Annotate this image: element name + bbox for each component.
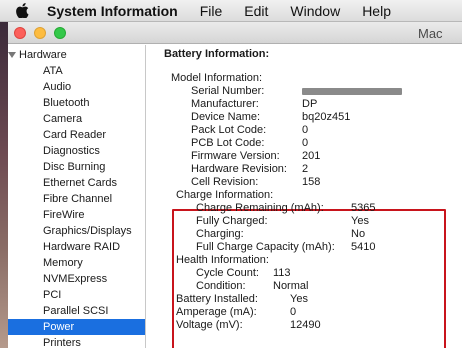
cycle-count-label: Cycle Count: [196,267,259,279]
charging-value: No [351,228,366,240]
sidebar-item-power[interactable]: Power [8,319,145,335]
model-info-heading: Model Information: [171,72,263,84]
sidebar-item-pci[interactable]: PCI [8,287,145,303]
condition-label: Condition: [196,280,246,292]
disclosure-triangle-icon[interactable] [8,51,16,59]
menu-help[interactable]: Help [362,3,391,19]
menu-bar: System Information File Edit Window Help [0,0,462,22]
menu-edit[interactable]: Edit [244,3,268,19]
full-charge-capacity-value: 5410 [351,241,376,253]
apple-menu-icon[interactable] [16,3,29,18]
condition-value: Normal [273,280,309,292]
fully-charged-value: Yes [351,215,369,227]
charge-info-heading: Charge Information: [176,189,274,201]
close-button[interactable] [14,27,26,39]
sidebar-item-ethernet-cards[interactable]: Ethernet Cards [8,175,145,191]
sidebar-item-card-reader[interactable]: Card Reader [8,127,145,143]
device-name-value: bq20z451 [302,111,351,123]
title-bar[interactable]: Mac [8,22,462,44]
sidebar-item-nvmexpress[interactable]: NVMExpress [8,271,145,287]
serial-number-label: Serial Number: [191,85,265,97]
desktop-background [0,22,8,348]
sidebar-item-parallel-scsi[interactable]: Parallel SCSI [8,303,145,319]
hardware-revision-value: 2 [302,163,309,175]
health-info-heading: Health Information: [176,254,269,266]
sidebar-item-audio[interactable]: Audio [8,79,145,95]
sidebar-item-firewire[interactable]: FireWire [8,207,145,223]
sidebar-item-disc-burning[interactable]: Disc Burning [8,159,145,175]
menu-file[interactable]: File [200,3,223,19]
cell-revision-label: Cell Revision: [191,176,259,188]
serial-number-redacted [302,88,402,95]
sidebar-item-hardware-raid[interactable]: Hardware RAID [8,239,145,255]
firmware-version-label: Firmware Version: [191,150,280,162]
cycle-count-value: 113 [273,267,291,279]
charge-remaining-label: Charge Remaining (mAh): [196,202,324,214]
sidebar-item-memory[interactable]: Memory [8,255,145,271]
pane-title: Battery Information: [164,48,270,60]
battery-installed-label: Battery Installed: [176,293,258,305]
window-title: Mac [418,26,443,41]
system-information-window: Mac Hardware ATA Audio Bluetooth Camera … [8,22,462,348]
pcb-lot-code-label: PCB Lot Code: [191,137,265,149]
charge-remaining-value: 5365 [351,202,376,214]
sidebar-item-camera[interactable]: Camera [8,111,145,127]
sidebar-section-label: Hardware [19,49,67,61]
voltage-value: 12490 [290,319,321,331]
detail-pane: Battery Information: Model Information: … [147,45,462,348]
battery-installed-value: Yes [290,293,308,305]
sidebar-item-ata[interactable]: ATA [8,63,145,79]
hardware-revision-label: Hardware Revision: [191,163,287,175]
amperage-label: Amperage (mA): [176,306,257,318]
sidebar-section-hardware[interactable]: Hardware [8,47,145,63]
sidebar-item-graphics-displays[interactable]: Graphics/Displays [8,223,145,239]
minimize-button[interactable] [34,27,46,39]
sidebar-item-printers[interactable]: Printers [8,335,145,348]
pack-lot-code-value: 0 [302,124,309,136]
sidebar-item-fibre-channel[interactable]: Fibre Channel [8,191,145,207]
pcb-lot-code-value: 0 [302,137,309,149]
sidebar: Hardware ATA Audio Bluetooth Camera Card… [8,45,146,348]
firmware-version-value: 201 [302,150,321,162]
sidebar-item-diagnostics[interactable]: Diagnostics [8,143,145,159]
fully-charged-label: Fully Charged: [196,215,268,227]
zoom-button[interactable] [54,27,66,39]
manufacturer-value: DP [302,98,318,110]
sidebar-item-bluetooth[interactable]: Bluetooth [8,95,145,111]
menu-window[interactable]: Window [290,3,340,19]
full-charge-capacity-label: Full Charge Capacity (mAh): [196,241,335,253]
voltage-label: Voltage (mV): [176,319,243,331]
amperage-value: 0 [290,306,297,318]
manufacturer-label: Manufacturer: [191,98,259,110]
pack-lot-code-label: Pack Lot Code: [191,124,267,136]
cell-revision-value: 158 [302,176,321,188]
charging-label: Charging: [196,228,244,240]
device-name-label: Device Name: [191,111,261,123]
menu-app-name[interactable]: System Information [47,3,178,19]
